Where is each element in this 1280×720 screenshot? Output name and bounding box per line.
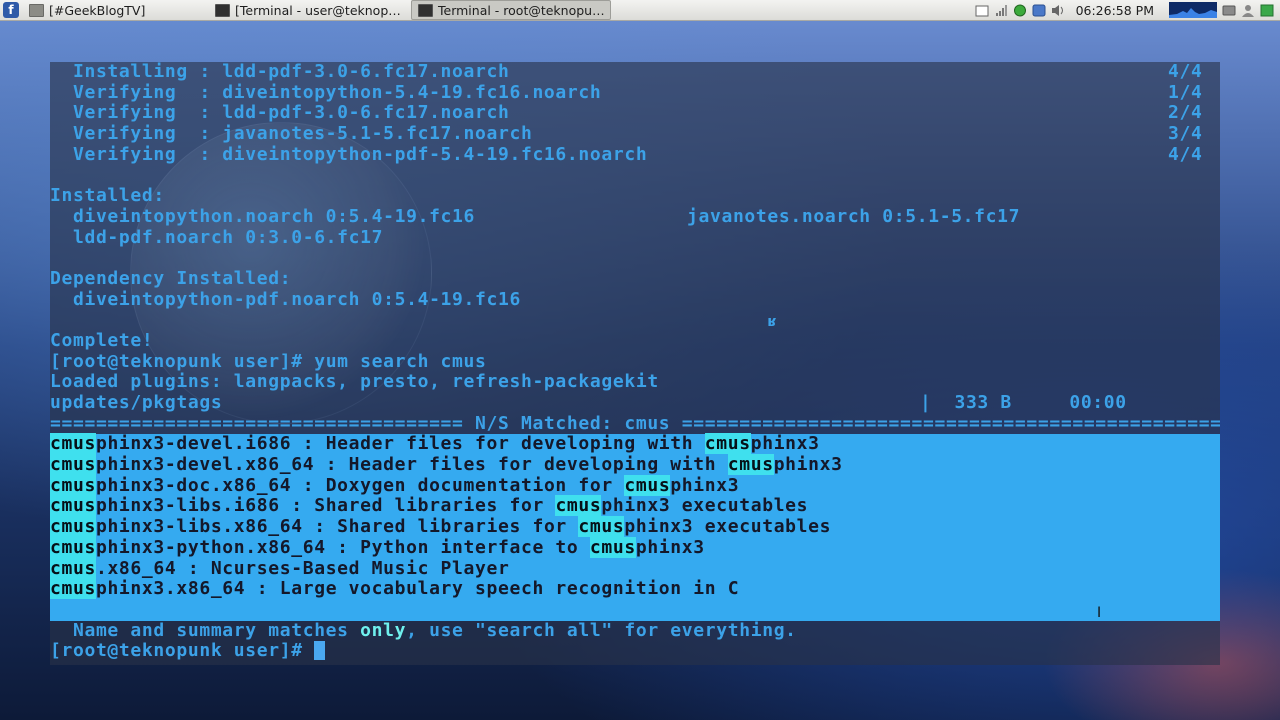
installed-header: Installed: <box>50 185 165 207</box>
result-row: cmusphinx3-libs.x86_64 : Shared librarie… <box>50 516 832 538</box>
separator-text: ==================================== N/S… <box>50 413 1220 434</box>
user-switch-icon[interactable] <box>1241 4 1255 17</box>
text-cursor <box>314 641 326 661</box>
result-row: cmusphinx3-doc.x86_64 : Doxygen document… <box>50 474 740 496</box>
search-results: cmusphinx3-devel.i686 : Header files for… <box>50 433 1220 621</box>
dependency-header: Dependency Installed: <box>50 267 292 289</box>
result-row: cmusphinx3.x86_64 : Large vocabulary spe… <box>50 578 740 600</box>
task-label: [Terminal - user@teknop… <box>235 2 401 18</box>
terminal-icon <box>215 3 230 17</box>
shell-prompt: [root@teknopunk user]# <box>50 350 315 372</box>
terminal-line: ldd-pdf.noarch 0:3.0-6.fc17 <box>50 226 384 248</box>
terminal-line: diveintopython-pdf.noarch 0:5.4-19.fc16 <box>50 288 521 310</box>
logout-icon[interactable] <box>1260 4 1274 17</box>
window-icon <box>29 3 44 17</box>
result-row: cmusphinx3-python.x86_64 : Python interf… <box>50 536 705 558</box>
shell-prompt: [root@teknopunk user]# <box>50 640 315 662</box>
input-line[interactable]: [root@teknopunk user]# <box>50 640 1220 662</box>
terminal-line: Verifying : ldd-pdf-3.0-6.fc17.noarch 2/4 <box>50 102 1203 124</box>
system-monitor-graph <box>1169 2 1217 18</box>
terminal-line: Verifying : diveintopython-5.4-19.fc16.n… <box>50 81 1203 103</box>
terminal-line: Verifying : diveintopython-pdf-5.4-19.fc… <box>50 143 1203 165</box>
signal-strength-icon[interactable] <box>994 4 1008 17</box>
disk-icon[interactable] <box>1222 4 1236 17</box>
ibeam-cursor-icon: I <box>1097 605 1102 621</box>
terminal-line: Installing : ldd-pdf-3.0-6.fc17.noarch 4/… <box>50 62 1203 82</box>
task-label: Terminal - root@teknopu… <box>438 2 605 18</box>
taskbar-item-terminal-root[interactable]: Terminal - root@teknopu… <box>411 0 611 20</box>
task-label: [#GeekBlogTV] <box>49 2 146 18</box>
result-row: cmus.x86_64 : Ncurses-Based Music Player <box>50 557 510 579</box>
clipboard-icon[interactable] <box>975 4 989 17</box>
network-icon[interactable] <box>1013 4 1027 17</box>
result-row: cmusphinx3-devel.x86_64 : Header files f… <box>50 454 843 476</box>
result-row: cmusphinx3-devel.i686 : Header files for… <box>50 433 820 455</box>
volume-icon[interactable] <box>1051 4 1065 17</box>
taskbar-item-geekblogtv[interactable]: [#GeekBlogTV] <box>23 1 205 19</box>
terminal-line: Loaded plugins: langpacks, presto, refre… <box>50 371 659 393</box>
command-line: [root@teknopunk user]# yum search cmus <box>50 350 1220 373</box>
applications-menu-icon[interactable]: f <box>3 2 19 18</box>
complete-line: Complete! <box>50 329 154 351</box>
command-text: yum search cmus <box>314 350 487 372</box>
terminal-line: diveintopython.noarch 0:5.4-19.fc16 javan… <box>50 205 1021 227</box>
search-separator: ==================================== N/S… <box>50 414 1220 435</box>
taskbar-item-terminal-user[interactable]: [Terminal - user@teknop… <box>209 1 407 19</box>
stray-glyph: ʁ <box>768 314 778 330</box>
terminal-line: Verifying : javanotes-5.1-5.fc17.noarch 3… <box>50 123 1203 145</box>
update-icon[interactable] <box>1032 4 1046 17</box>
system-tray: 06:26:58 PM <box>975 0 1280 20</box>
terminal-window[interactable]: Installing : ldd-pdf-3.0-6.fc17.noarch 4/… <box>50 62 1220 665</box>
result-row: cmusphinx3-libs.i686 : Shared libraries … <box>50 495 809 517</box>
search-info-line: Name and summary matches only, use "sear… <box>50 619 797 641</box>
top-panel: f [#GeekBlogTV] [Terminal - user@teknop…… <box>0 0 1280 21</box>
clock[interactable]: 06:26:58 PM <box>1076 3 1154 18</box>
terminal-icon <box>418 3 433 17</box>
terminal-line: updates/pkgtags | 333 B 00:00 <box>50 392 1127 413</box>
